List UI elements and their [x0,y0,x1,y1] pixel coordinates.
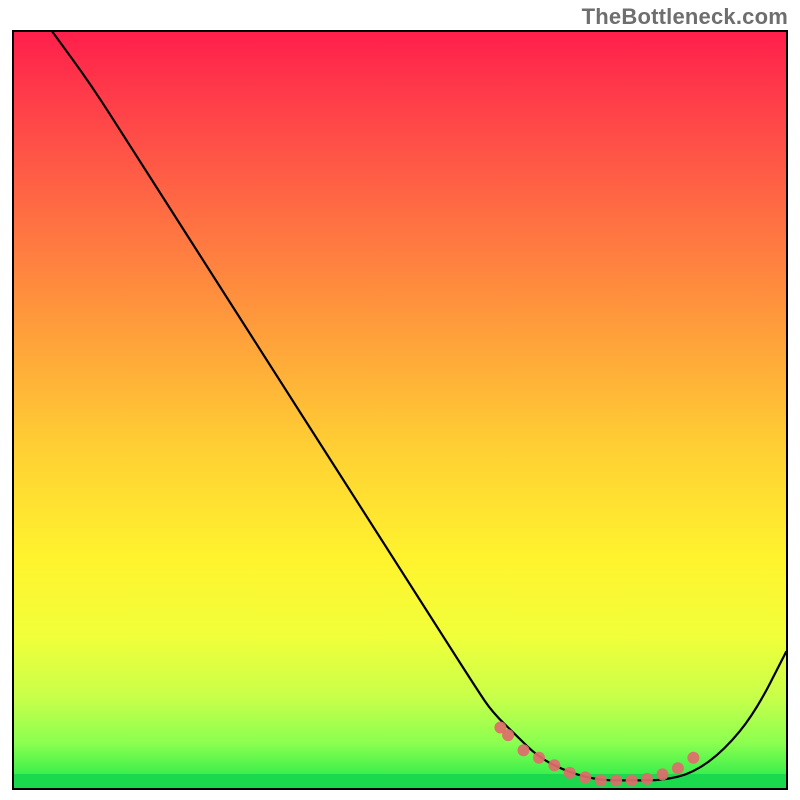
scatter-dot [657,768,669,780]
scatter-dot [502,729,514,741]
scatter-dot [687,752,699,764]
scatter-dot [564,767,576,779]
curve-layer [14,32,786,788]
chart-stage: TheBottleneck.com [0,0,800,800]
scatter-dot [610,774,622,786]
bottleneck-range-dots [494,722,699,787]
scatter-dot [548,759,560,771]
plot-area [12,30,788,790]
bottleneck-curve [53,32,786,780]
scatter-dot [595,774,607,786]
scatter-dot [672,762,684,774]
scatter-dot [626,774,638,786]
scatter-dot [641,773,653,785]
scatter-dot [518,744,530,756]
scatter-dot [579,771,591,783]
watermark-text: TheBottleneck.com [582,4,788,30]
scatter-dot [533,752,545,764]
